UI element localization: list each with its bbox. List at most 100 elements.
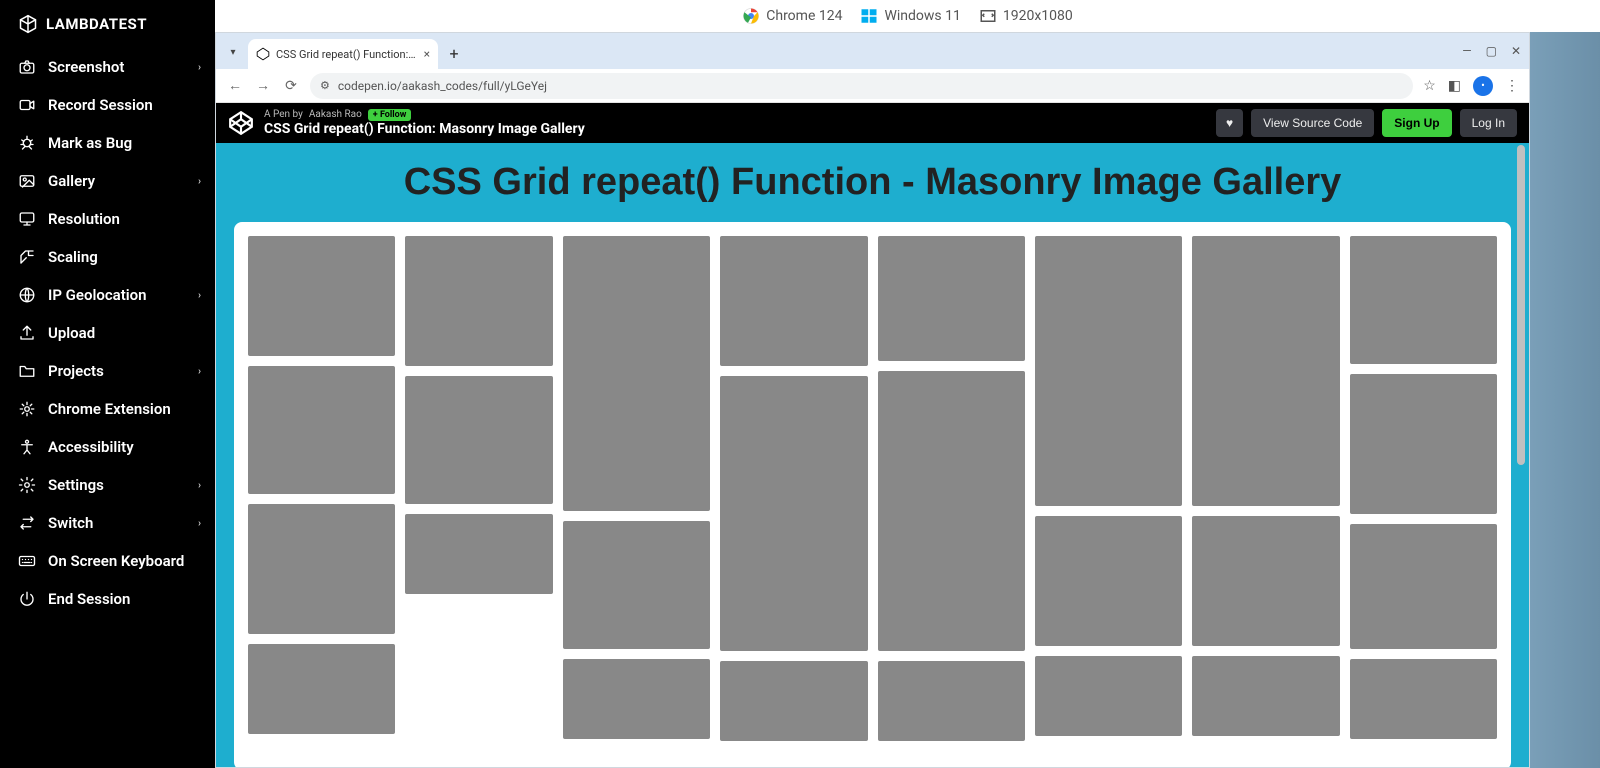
- codepen-logo-icon[interactable]: [228, 110, 254, 136]
- env-os-label: Windows 11: [884, 8, 960, 24]
- chevron-right-icon: ›: [198, 366, 201, 377]
- gallery-image[interactable]: [405, 376, 552, 504]
- new-tab-button[interactable]: +: [442, 41, 466, 65]
- vertical-scrollbar[interactable]: [1515, 145, 1527, 765]
- pen-author[interactable]: Aakash Rao: [309, 109, 362, 121]
- bookmark-icon[interactable]: ☆: [1423, 78, 1436, 94]
- sidebar-item-label: Screenshot: [48, 58, 124, 76]
- gallery-image[interactable]: [878, 371, 1025, 651]
- brand-label: LAMBDATEST: [46, 15, 147, 33]
- codepen-favicon-icon: [256, 47, 270, 61]
- gallery-image[interactable]: [1035, 516, 1182, 646]
- sidebar-item-label: Resolution: [48, 210, 120, 228]
- tab-close-icon[interactable]: ×: [424, 47, 430, 61]
- gallery-image[interactable]: [563, 659, 710, 739]
- sidebar-item-chrome-extension[interactable]: Chrome Extension: [0, 390, 215, 428]
- chevron-right-icon: ›: [198, 290, 201, 301]
- gallery-image[interactable]: [405, 236, 552, 366]
- sidebar-item-upload[interactable]: Upload: [0, 314, 215, 352]
- love-button[interactable]: ♥: [1216, 109, 1243, 137]
- sidebar-item-on-screen-keyboard[interactable]: On Screen Keyboard: [0, 542, 215, 580]
- camera-icon: [18, 58, 36, 76]
- gallery-image[interactable]: [1350, 524, 1497, 649]
- gallery-image[interactable]: [1192, 236, 1339, 506]
- gallery-image[interactable]: [405, 514, 552, 594]
- scrollbar-thumb[interactable]: [1517, 145, 1525, 465]
- profile-avatar[interactable]: •: [1473, 76, 1493, 96]
- sidebar-item-label: IP Geolocation: [48, 286, 147, 304]
- image-icon: [18, 172, 36, 190]
- nav-back-button[interactable]: ←: [226, 77, 244, 94]
- sidebar-item-switch[interactable]: Switch›: [0, 504, 215, 542]
- gallery-image[interactable]: [1192, 516, 1339, 646]
- power-icon: [18, 590, 36, 608]
- browser-tab[interactable]: CSS Grid repeat() Function: M ×: [248, 39, 438, 69]
- gallery-image[interactable]: [720, 236, 867, 366]
- sidebar-item-label: Switch: [48, 514, 93, 532]
- sidebar-item-screenshot[interactable]: Screenshot›: [0, 48, 215, 86]
- gallery-image[interactable]: [248, 504, 395, 634]
- site-info-icon[interactable]: ⚙: [320, 79, 330, 92]
- brand[interactable]: LAMBDATEST: [0, 10, 215, 48]
- nav-reload-button[interactable]: ⟳: [282, 78, 300, 94]
- sidebar-item-projects[interactable]: Projects›: [0, 352, 215, 390]
- browser-window: ▾ CSS Grid repeat() Function: M × + — ▢ …: [215, 32, 1530, 768]
- sidebar-item-label: Gallery: [48, 172, 95, 190]
- page-viewport: CSS Grid repeat() Function - Masonry Ima…: [216, 143, 1529, 767]
- gallery-image[interactable]: [1350, 374, 1497, 514]
- chevron-right-icon: ›: [198, 480, 201, 491]
- sidebar-item-end-session[interactable]: End Session: [0, 580, 215, 618]
- gallery-image[interactable]: [248, 236, 395, 356]
- windows-icon: [860, 7, 878, 25]
- gallery-image[interactable]: [563, 236, 710, 511]
- env-browser-label: Chrome 124: [766, 8, 842, 24]
- sidebar-item-label: Scaling: [48, 248, 98, 266]
- sidebar-item-record-session[interactable]: Record Session: [0, 86, 215, 124]
- gallery-image[interactable]: [1350, 659, 1497, 739]
- view-source-button[interactable]: View Source Code: [1251, 109, 1374, 137]
- extensions-icon[interactable]: ◧: [1448, 78, 1461, 94]
- globe-icon: [18, 286, 36, 304]
- sidebar-item-settings[interactable]: Settings›: [0, 466, 215, 504]
- gallery-image[interactable]: [1035, 236, 1182, 506]
- gallery-image[interactable]: [720, 376, 867, 651]
- search-tabs-button[interactable]: ▾: [222, 41, 244, 63]
- sidebar-item-label: Chrome Extension: [48, 400, 171, 418]
- gallery-image[interactable]: [720, 661, 867, 741]
- window-maximize-button[interactable]: ▢: [1486, 44, 1497, 58]
- gear-icon: [18, 476, 36, 494]
- login-button[interactable]: Log In: [1460, 109, 1517, 137]
- window-minimize-button[interactable]: —: [1462, 44, 1471, 58]
- nav-forward-button[interactable]: →: [254, 77, 272, 94]
- url-input[interactable]: ⚙ codepen.io/aakash_codes/full/yLGeYej: [310, 73, 1413, 99]
- sidebar-item-resolution[interactable]: Resolution: [0, 200, 215, 238]
- window-close-button[interactable]: ✕: [1511, 44, 1521, 58]
- page-heading: CSS Grid repeat() Function - Masonry Ima…: [216, 161, 1529, 204]
- sidebar-item-scaling[interactable]: Scaling: [0, 238, 215, 276]
- browser-menu-icon[interactable]: ⋮: [1505, 78, 1519, 94]
- gallery-image[interactable]: [563, 521, 710, 649]
- env-resolution: 1920x1080: [979, 7, 1073, 25]
- gallery-image[interactable]: [1192, 656, 1339, 736]
- env-resolution-label: 1920x1080: [1003, 8, 1073, 24]
- gallery-image[interactable]: [1350, 236, 1497, 364]
- sidebar-item-mark-as-bug[interactable]: Mark as Bug: [0, 124, 215, 162]
- sidebar-item-accessibility[interactable]: Accessibility: [0, 428, 215, 466]
- gallery-image[interactable]: [1035, 656, 1182, 736]
- env-os: Windows 11: [860, 7, 960, 25]
- signup-button[interactable]: Sign Up: [1382, 109, 1451, 137]
- scale-icon: [18, 248, 36, 266]
- sidebar-item-ip-geolocation[interactable]: IP Geolocation ›: [0, 276, 215, 314]
- gallery-image[interactable]: [878, 236, 1025, 361]
- upload-icon: [18, 324, 36, 342]
- accessibility-icon: [18, 438, 36, 456]
- gallery-image[interactable]: [248, 644, 395, 734]
- tab-title: CSS Grid repeat() Function: M: [276, 48, 418, 61]
- gallery-image[interactable]: [878, 661, 1025, 741]
- codepen-header: A Pen by Aakash Rao + Follow CSS Grid re…: [216, 103, 1529, 143]
- address-bar: ← → ⟳ ⚙ codepen.io/aakash_codes/full/yLG…: [216, 69, 1529, 103]
- gallery-image[interactable]: [248, 366, 395, 494]
- sidebar-item-gallery[interactable]: Gallery›: [0, 162, 215, 200]
- follow-button[interactable]: + Follow: [368, 109, 412, 121]
- env-browser: Chrome 124: [742, 7, 842, 25]
